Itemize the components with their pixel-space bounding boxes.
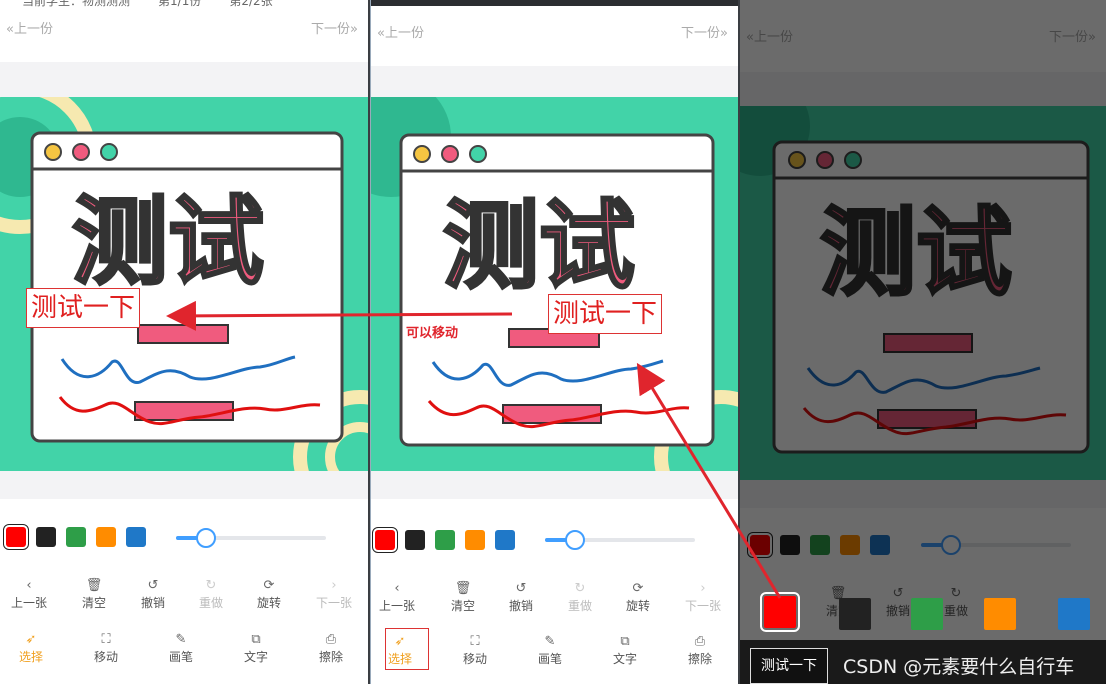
move-hint-label: 可以移动 (406, 326, 459, 341)
annotation-arrows (166, 300, 782, 599)
